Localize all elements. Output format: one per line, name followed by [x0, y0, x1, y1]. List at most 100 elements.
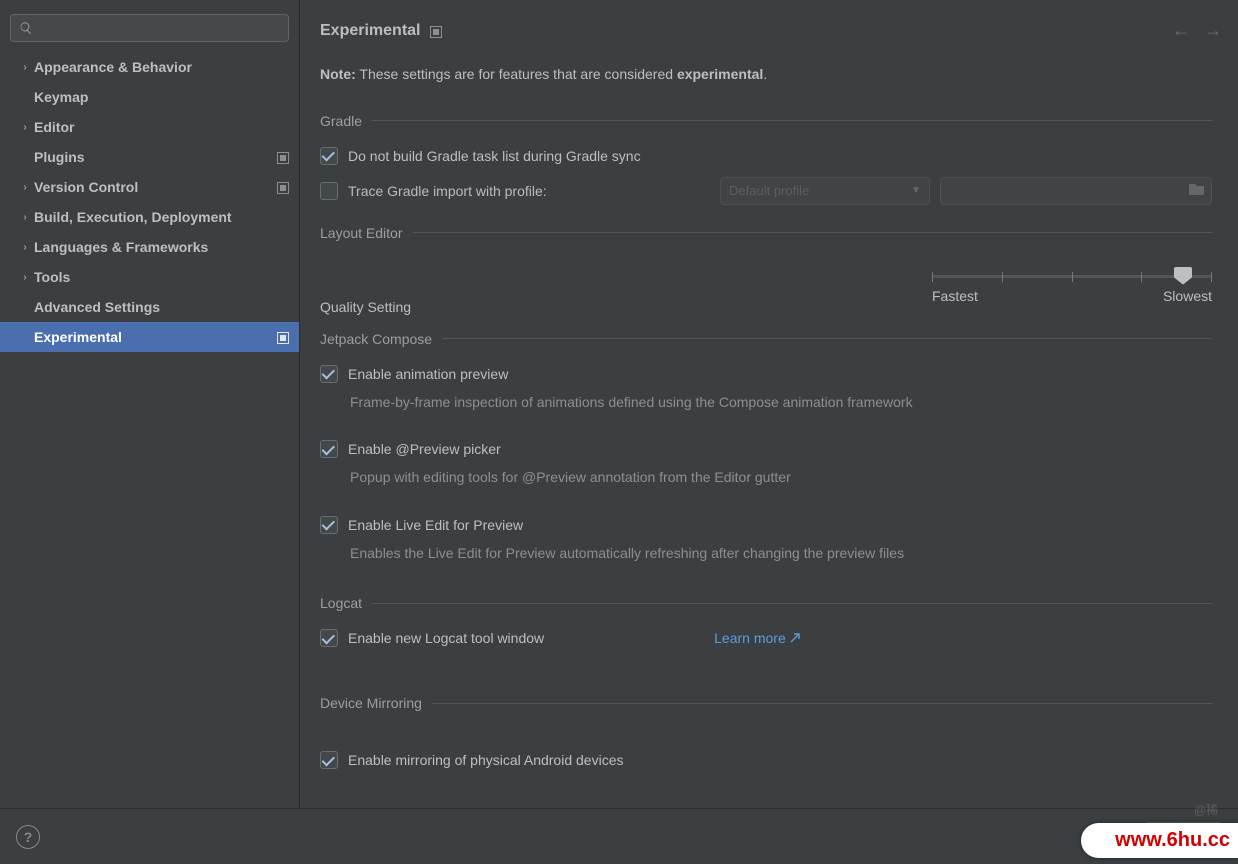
sidebar-search[interactable]	[10, 14, 289, 42]
section-divider	[372, 120, 1212, 121]
sidebar-item-plugins[interactable]: Plugins	[0, 142, 299, 172]
chevron-right-icon: ›	[18, 272, 32, 283]
sidebar-item-label: Appearance & Behavior	[34, 59, 192, 75]
quality-slider[interactable]: Fastest Slowest	[932, 259, 1212, 304]
logcat-title: Logcat	[320, 595, 362, 611]
sidebar-item-build-execution-deployment[interactable]: ›Build, Execution, Deployment	[0, 202, 299, 232]
sidebar-item-label: Keymap	[34, 89, 88, 105]
settings-main: Experimental ← → Note: These settings ar…	[300, 0, 1238, 808]
section-divider	[442, 338, 1212, 339]
learn-more-text: Learn more	[714, 630, 786, 646]
sidebar-item-tools[interactable]: ›Tools	[0, 262, 299, 292]
jetpack-opt1-desc: Frame-by-frame inspection of animations …	[320, 391, 1212, 425]
settings-tree: ›Appearance & BehaviorKeymap›EditorPlugi…	[0, 52, 299, 808]
note-bold: experimental	[677, 66, 763, 82]
sidebar-item-label: Version Control	[34, 179, 138, 195]
chevron-right-icon: ›	[18, 242, 32, 253]
device-mirroring-header: Device Mirroring	[320, 695, 1212, 711]
layout-editor-header: Layout Editor	[320, 225, 1212, 241]
sidebar-item-appearance-behavior[interactable]: ›Appearance & Behavior	[0, 52, 299, 82]
jetpack-header: Jetpack Compose	[320, 331, 1212, 347]
slider-ticks	[932, 272, 1212, 282]
sidebar-item-label: Build, Execution, Deployment	[34, 209, 232, 225]
sidebar-item-languages-frameworks[interactable]: ›Languages & Frameworks	[0, 232, 299, 262]
gradle-opt1-checkbox[interactable]	[320, 147, 338, 165]
device-mirror-opt1-row: Enable mirroring of physical Android dev…	[320, 749, 1212, 781]
settings-content: ›Appearance & BehaviorKeymap›EditorPlugi…	[0, 0, 1238, 808]
sidebar-item-advanced-settings[interactable]: Advanced Settings	[0, 292, 299, 322]
jetpack-opt3-label: Enable Live Edit for Preview	[348, 517, 523, 533]
jetpack-opt1-label: Enable animation preview	[348, 366, 508, 382]
spacer	[300, 659, 1226, 689]
sidebar-item-label: Editor	[34, 119, 74, 135]
sidebar-item-label: Advanced Settings	[34, 299, 160, 315]
gradle-section-title: Gradle	[320, 113, 362, 129]
sidebar-item-label: Plugins	[34, 149, 85, 165]
gradle-opt2-checkbox[interactable]	[320, 182, 338, 200]
device-mirroring-title: Device Mirroring	[320, 695, 422, 711]
jetpack-opt2-checkbox[interactable]	[320, 440, 338, 458]
project-scope-icon	[277, 181, 289, 193]
gradle-profile-value: Default profile	[729, 183, 809, 198]
slider-max-label: Slowest	[1163, 288, 1212, 304]
slider-track	[932, 275, 1212, 278]
jetpack-opt2-desc: Popup with editing tools for @Preview an…	[320, 466, 1212, 500]
layout-editor-title: Layout Editor	[320, 225, 403, 241]
jetpack-title: Jetpack Compose	[320, 331, 432, 347]
search-icon	[19, 21, 33, 35]
chevron-right-icon: ›	[18, 212, 32, 223]
sidebar-item-label: Tools	[34, 269, 70, 285]
sidebar-search-input[interactable]	[37, 20, 280, 36]
main-header: Experimental ← →	[300, 20, 1226, 41]
logcat-learn-more-link[interactable]: Learn more	[714, 630, 800, 646]
logcat-header: Logcat	[320, 595, 1212, 611]
page-title: Experimental	[320, 22, 420, 40]
gradle-opt2-row: Trace Gradle import with profile: Defaul…	[320, 177, 1212, 219]
slider-labels: Fastest Slowest	[932, 288, 1212, 304]
nav-back-icon[interactable]: ←	[1172, 20, 1190, 41]
sidebar-item-experimental[interactable]: Experimental	[0, 322, 299, 352]
device-mirror-opt1-label: Enable mirroring of physical Android dev…	[348, 752, 623, 768]
project-scope-icon	[430, 25, 442, 37]
note-suffix: .	[763, 66, 767, 82]
chevron-right-icon: ›	[18, 182, 32, 193]
experimental-note: Note: These settings are for features th…	[300, 65, 1226, 107]
section-divider	[372, 603, 1212, 604]
chevron-right-icon: ›	[18, 122, 32, 133]
layout-editor-section: Layout Editor Quality Setting Fastest Sl…	[300, 219, 1226, 325]
spacer	[320, 727, 1212, 749]
logcat-opt1-checkbox[interactable]	[320, 629, 338, 647]
chevron-right-icon: ›	[18, 62, 32, 73]
slider-min-label: Fastest	[932, 288, 978, 304]
logcat-section: Logcat Enable new Logcat tool window Lea…	[300, 589, 1226, 659]
sidebar-item-version-control[interactable]: ›Version Control	[0, 172, 299, 202]
help-button[interactable]: ?	[16, 825, 40, 849]
nav-arrows: ← →	[1172, 20, 1222, 41]
project-scope-icon	[277, 331, 289, 343]
gradle-opt2-label: Trace Gradle import with profile:	[348, 183, 547, 199]
gradle-opt1-label: Do not build Gradle task list during Gra…	[348, 148, 641, 164]
slider-thumb[interactable]	[1174, 267, 1192, 285]
sidebar-item-keymap[interactable]: Keymap	[0, 82, 299, 112]
device-mirror-opt1-checkbox[interactable]	[320, 751, 338, 769]
sidebar-item-editor[interactable]: ›Editor	[0, 112, 299, 142]
jetpack-section: Jetpack Compose Enable animation preview…	[300, 325, 1226, 590]
gradle-profile-select[interactable]: Default profile ▼	[720, 177, 930, 205]
sidebar-item-label: Languages & Frameworks	[34, 239, 208, 255]
gradle-opt1-row: Do not build Gradle task list during Gra…	[320, 145, 1212, 177]
jetpack-opt3-checkbox[interactable]	[320, 516, 338, 534]
section-divider	[413, 232, 1213, 233]
gradle-section: Gradle Do not build Gradle task list dur…	[300, 107, 1226, 219]
folder-icon	[1189, 182, 1205, 199]
cancel-button[interactable]: Cancel	[1144, 822, 1222, 852]
settings-footer: ? Cancel	[0, 808, 1238, 864]
logcat-opt1-label: Enable new Logcat tool window	[348, 630, 544, 646]
device-mirroring-section: Device Mirroring Enable mirroring of phy…	[300, 689, 1226, 781]
gradle-section-header: Gradle	[320, 113, 1212, 129]
gradle-profile-path[interactable]	[940, 177, 1212, 205]
note-prefix: Note:	[320, 66, 356, 82]
jetpack-opt1-checkbox[interactable]	[320, 365, 338, 383]
jetpack-opt2-label: Enable @Preview picker	[348, 441, 501, 457]
nav-forward-icon[interactable]: →	[1204, 20, 1222, 41]
sidebar-item-label: Experimental	[34, 329, 122, 345]
